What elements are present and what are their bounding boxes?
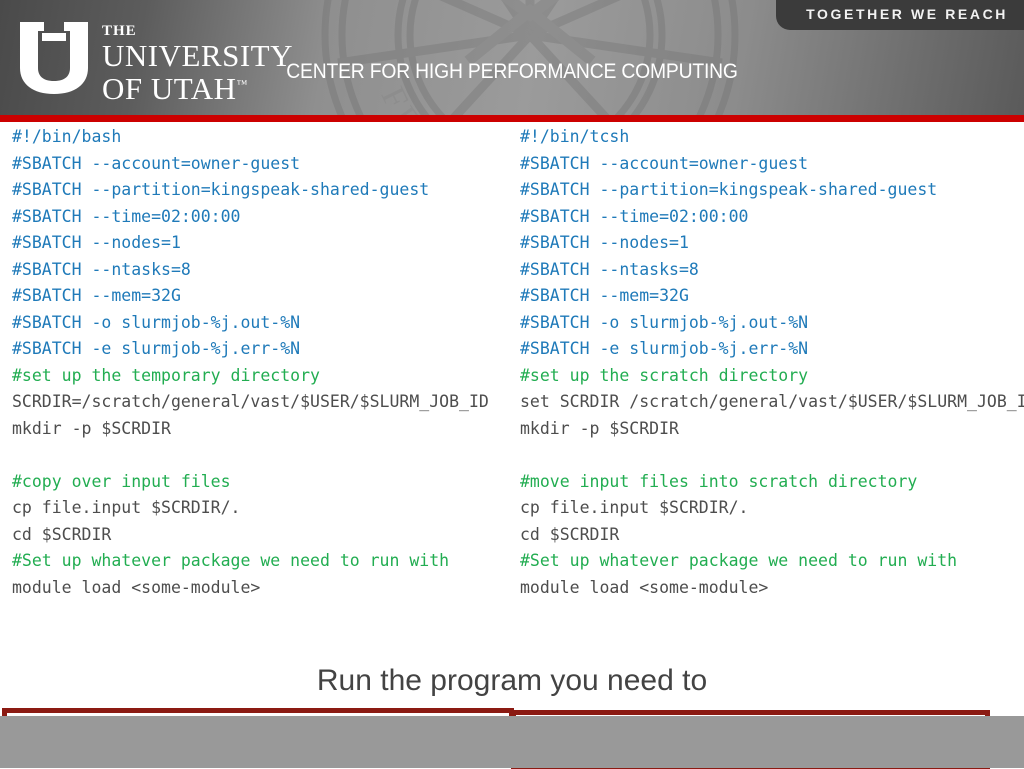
footer-bar bbox=[0, 716, 1024, 768]
code-line: #SBATCH -o slurmjob-%j.out-%N bbox=[520, 310, 1024, 337]
code-line: #SBATCH --nodes=1 bbox=[12, 230, 489, 257]
code-line: #set up the temporary directory bbox=[12, 363, 489, 390]
code-line: #SBATCH -e slurmjob-%j.err-%N bbox=[520, 336, 1024, 363]
logo-line-the: THE bbox=[102, 24, 293, 39]
code-line: #!/bin/tcsh bbox=[520, 124, 1024, 151]
code-line: #Set up whatever package we need to run … bbox=[12, 548, 489, 575]
code-line bbox=[12, 442, 489, 469]
u-mark-icon bbox=[18, 20, 90, 96]
code-line: module load <some-module> bbox=[520, 575, 1024, 602]
slide-content: #!/bin/bash#SBATCH --account=owner-guest… bbox=[0, 122, 1024, 716]
code-line: #SBATCH --mem=32G bbox=[12, 283, 489, 310]
code-line: #SBATCH --account=owner-guest bbox=[520, 151, 1024, 178]
code-line: module load <some-module> bbox=[12, 575, 489, 602]
code-line: #SBATCH --partition=kingspeak-shared-gue… bbox=[520, 177, 1024, 204]
code-line: cd $SCRDIR bbox=[12, 522, 489, 549]
code-line: cp file.input $SCRDIR/. bbox=[520, 495, 1024, 522]
code-line: #SBATCH --mem=32G bbox=[520, 283, 1024, 310]
code-line: set SCRDIR /scratch/general/vast/$USER/$… bbox=[520, 389, 1024, 416]
code-line: #SBATCH --time=02:00:00 bbox=[520, 204, 1024, 231]
code-line: #SBATCH --nodes=1 bbox=[520, 230, 1024, 257]
code-line: SCRDIR=/scratch/general/vast/$USER/$SLUR… bbox=[12, 389, 489, 416]
tcsh-code-block: #!/bin/tcsh#SBATCH --account=owner-guest… bbox=[520, 124, 1024, 601]
university-seal-watermark: FED. 28TH 1850 bbox=[300, 0, 760, 115]
code-line: mkdir -p $SCRDIR bbox=[12, 416, 489, 443]
red-accent-stripe bbox=[0, 115, 1024, 122]
banner-label: TOGETHER WE REACH bbox=[806, 6, 1008, 22]
code-line: cp file.input $SCRDIR/. bbox=[12, 495, 489, 522]
bash-script-column: #!/bin/bash#SBATCH --account=owner-guest… bbox=[0, 122, 512, 716]
slide-caption: Run the program you need to bbox=[0, 664, 1024, 698]
code-line: #set up the scratch directory bbox=[520, 363, 1024, 390]
tcsh-script-column: #!/bin/tcsh#SBATCH --account=owner-guest… bbox=[512, 122, 1024, 716]
code-line: mkdir -p $SCRDIR bbox=[520, 416, 1024, 443]
code-line: #!/bin/bash bbox=[12, 124, 489, 151]
code-line: #copy over input files bbox=[12, 469, 489, 496]
code-line: #SBATCH -o slurmjob-%j.out-%N bbox=[12, 310, 489, 337]
code-line: #SBATCH --account=owner-guest bbox=[12, 151, 489, 178]
bash-code-block: #!/bin/bash#SBATCH --account=owner-guest… bbox=[12, 124, 489, 601]
code-line: #Set up whatever package we need to run … bbox=[520, 548, 1024, 575]
code-line: #SBATCH --time=02:00:00 bbox=[12, 204, 489, 231]
code-line: cd $SCRDIR bbox=[520, 522, 1024, 549]
code-line bbox=[520, 442, 1024, 469]
code-line: #move input files into scratch directory bbox=[520, 469, 1024, 496]
center-title: CENTER FOR HIGH PERFORMANCE COMPUTING bbox=[41, 60, 983, 84]
page-header: FED. 28TH 1850 TOGETHER WE REACH THE UNI… bbox=[0, 0, 1024, 115]
code-line: #SBATCH --partition=kingspeak-shared-gue… bbox=[12, 177, 489, 204]
code-line: #SBATCH --ntasks=8 bbox=[12, 257, 489, 284]
code-line: #SBATCH -e slurmjob-%j.err-%N bbox=[12, 336, 489, 363]
code-line: #SBATCH --ntasks=8 bbox=[520, 257, 1024, 284]
